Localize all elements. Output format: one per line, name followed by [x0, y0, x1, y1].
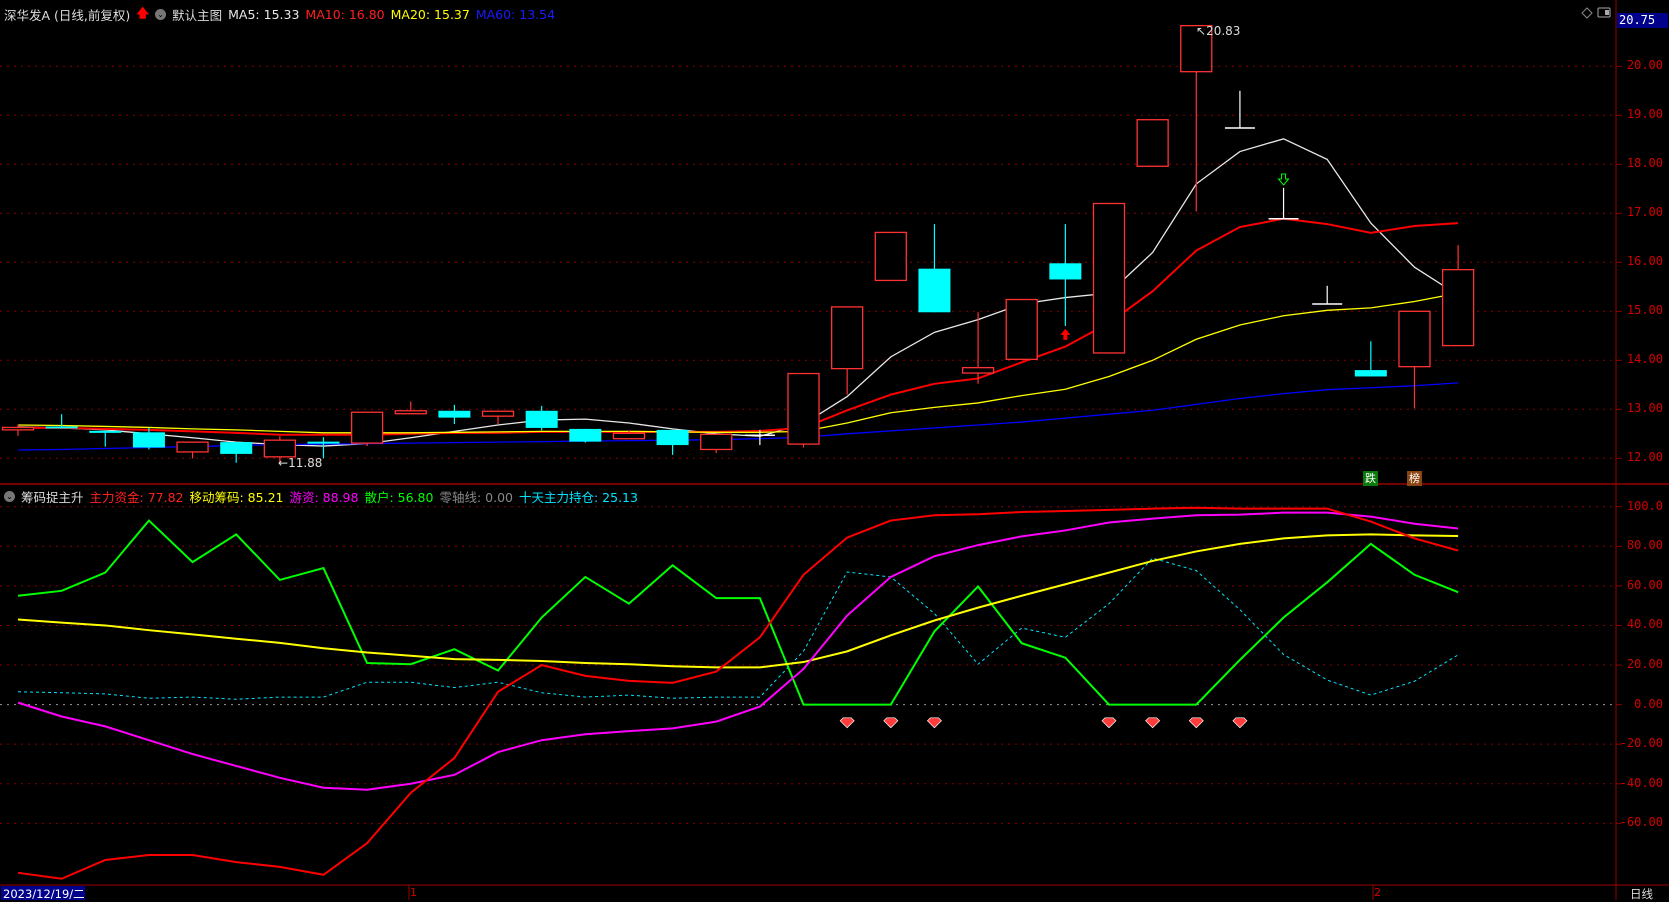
- gem-marker-icon: [1188, 717, 1204, 729]
- candle-body-down: [438, 410, 471, 418]
- price-tick-label: 18.00: [1626, 156, 1663, 171]
- sanhu-line: [17, 519, 1459, 706]
- ma5-label: MA5: 15.33: [228, 7, 300, 22]
- indicator-tick-label: 20.00: [1626, 657, 1663, 672]
- candle-body-up: [263, 439, 296, 458]
- candle-body-down: [132, 432, 165, 448]
- badge-die[interactable]: 跌: [1363, 471, 1378, 486]
- youzi-line: [17, 511, 1459, 791]
- yidong-line: [17, 533, 1459, 669]
- panel-toggle-inner: [1605, 10, 1609, 15]
- zhuli-line: [17, 506, 1459, 880]
- price-tick-label: 16.00: [1626, 254, 1663, 269]
- diamond-icon[interactable]: [1581, 7, 1593, 19]
- candle-body-up: [874, 231, 907, 282]
- indicator-tick-label: 100.0: [1626, 498, 1663, 513]
- kline-chart[interactable]: [0, 0, 1669, 900]
- indicator-tick-label: 0.00: [1634, 696, 1663, 711]
- shitian-label: 十天主力持仓: 25.13: [518, 490, 638, 505]
- ma60-label: MA60: 13.54: [475, 7, 556, 22]
- zero-label: 零轴线: 0.00: [439, 490, 513, 505]
- candle-body-down: [45, 426, 78, 429]
- badge-bang[interactable]: 榜: [1407, 471, 1422, 486]
- ma20-line: [17, 292, 1459, 434]
- candle-body-up: [350, 411, 384, 444]
- candle-body-up: [961, 366, 995, 374]
- yidong-label: 移动筹码: 85.21: [189, 490, 284, 505]
- price-tick-label: 20.00: [1626, 58, 1663, 73]
- price-tick-label: 15.00: [1626, 303, 1663, 318]
- sanhu-label: 散户: 56.80: [364, 490, 434, 505]
- candle-body-down: [569, 428, 602, 442]
- candle-body-up: [1398, 310, 1431, 368]
- up-arrow-icon: 🡅: [136, 5, 150, 20]
- ma10-line: [18, 217, 1459, 436]
- ma20-label: MA20: 15.37: [390, 7, 470, 22]
- candle-body-down: [1354, 370, 1387, 377]
- high-label: ↖20.83: [1196, 24, 1241, 38]
- youzi-label: 游资: 88.98: [289, 490, 359, 505]
- candle-body-down: [89, 430, 122, 433]
- price-tick-label: 19.00: [1626, 107, 1663, 122]
- chevron-down-icon[interactable]: ⌄: [4, 491, 15, 502]
- shitian-line: [17, 557, 1459, 700]
- candle-body-down: [525, 410, 558, 428]
- candle-body-up: [1005, 298, 1038, 360]
- markers: [839, 173, 1290, 729]
- indicator-header: ⌄ 筹码捉主升 主力资金: 77.82 移动筹码: 85.21 游资: 88.9…: [4, 487, 638, 506]
- candle-body-up: [1136, 119, 1169, 167]
- gem-marker-icon: [839, 717, 855, 729]
- moving-averages: [17, 138, 1459, 451]
- low-label: ←11.88: [278, 456, 323, 470]
- gem-marker-icon: [1145, 717, 1161, 729]
- candle-body-up: [1092, 202, 1126, 354]
- candle-body-up: [700, 433, 733, 451]
- ma10-label: MA10: 16.80: [305, 7, 385, 22]
- candle-body-down: [918, 268, 951, 313]
- indicator-tick-label: -20.00: [1619, 736, 1663, 751]
- ma5-line: [17, 138, 1459, 447]
- ma60-line: [17, 382, 1459, 451]
- indicator-lines: [17, 506, 1459, 880]
- indicator-name[interactable]: 筹码捉主升: [21, 487, 84, 506]
- stock-title[interactable]: 深华发A (日线,前复权): [4, 5, 130, 24]
- candle-body-up: [831, 306, 864, 370]
- candles: [1, 24, 1475, 465]
- footer-month-2: 2: [1374, 886, 1381, 899]
- candle-body-up: [1, 426, 35, 431]
- current-price-label: 20.75: [1619, 13, 1656, 27]
- indicator-tick-label: 40.00: [1626, 617, 1663, 632]
- candle-body-up: [481, 410, 515, 417]
- indicator-tick-label: -60.00: [1619, 815, 1663, 830]
- zhuli-label: 主力资金: 77.82: [89, 490, 184, 505]
- gem-marker-icon: [1232, 717, 1248, 729]
- candle-body-up: [394, 410, 427, 415]
- footer-month-1: 1: [410, 886, 417, 899]
- price-tick-label: 12.00: [1626, 450, 1663, 465]
- high-value: 20.83: [1206, 24, 1241, 38]
- price-tick-label: 14.00: [1626, 352, 1663, 367]
- candle-body-up: [1441, 268, 1475, 347]
- sell-arrow-icon: [1277, 173, 1290, 186]
- candle-body-up: [176, 441, 209, 453]
- indicator-tick-label: 80.00: [1626, 538, 1663, 553]
- indicator-tick-label: -40.00: [1619, 775, 1663, 790]
- indicator-tick-label: 60.00: [1626, 577, 1663, 592]
- gem-marker-icon: [926, 717, 942, 729]
- gem-marker-icon: [1101, 717, 1117, 729]
- low-value: 11.88: [288, 456, 323, 470]
- candle-body-down: [656, 429, 689, 446]
- candle-body-down: [1049, 263, 1082, 280]
- buy-arrow-icon: [1060, 328, 1071, 340]
- main-chart-label[interactable]: 默认主图: [172, 5, 222, 24]
- candle-body-up: [787, 372, 820, 445]
- price-tick-label: 17.00: [1626, 205, 1663, 220]
- candle-body-up: [612, 432, 646, 440]
- main-header: 深华发A (日线,前复权) 🡅 ⌄ 默认主图 MA5: 15.33 MA10: …: [4, 4, 555, 25]
- gem-marker-icon: [883, 717, 899, 729]
- candle-body-down: [220, 442, 253, 454]
- chevron-down-icon[interactable]: ⌄: [155, 9, 167, 20]
- price-tick-label: 13.00: [1626, 401, 1663, 416]
- candle-body-down: [307, 441, 340, 444]
